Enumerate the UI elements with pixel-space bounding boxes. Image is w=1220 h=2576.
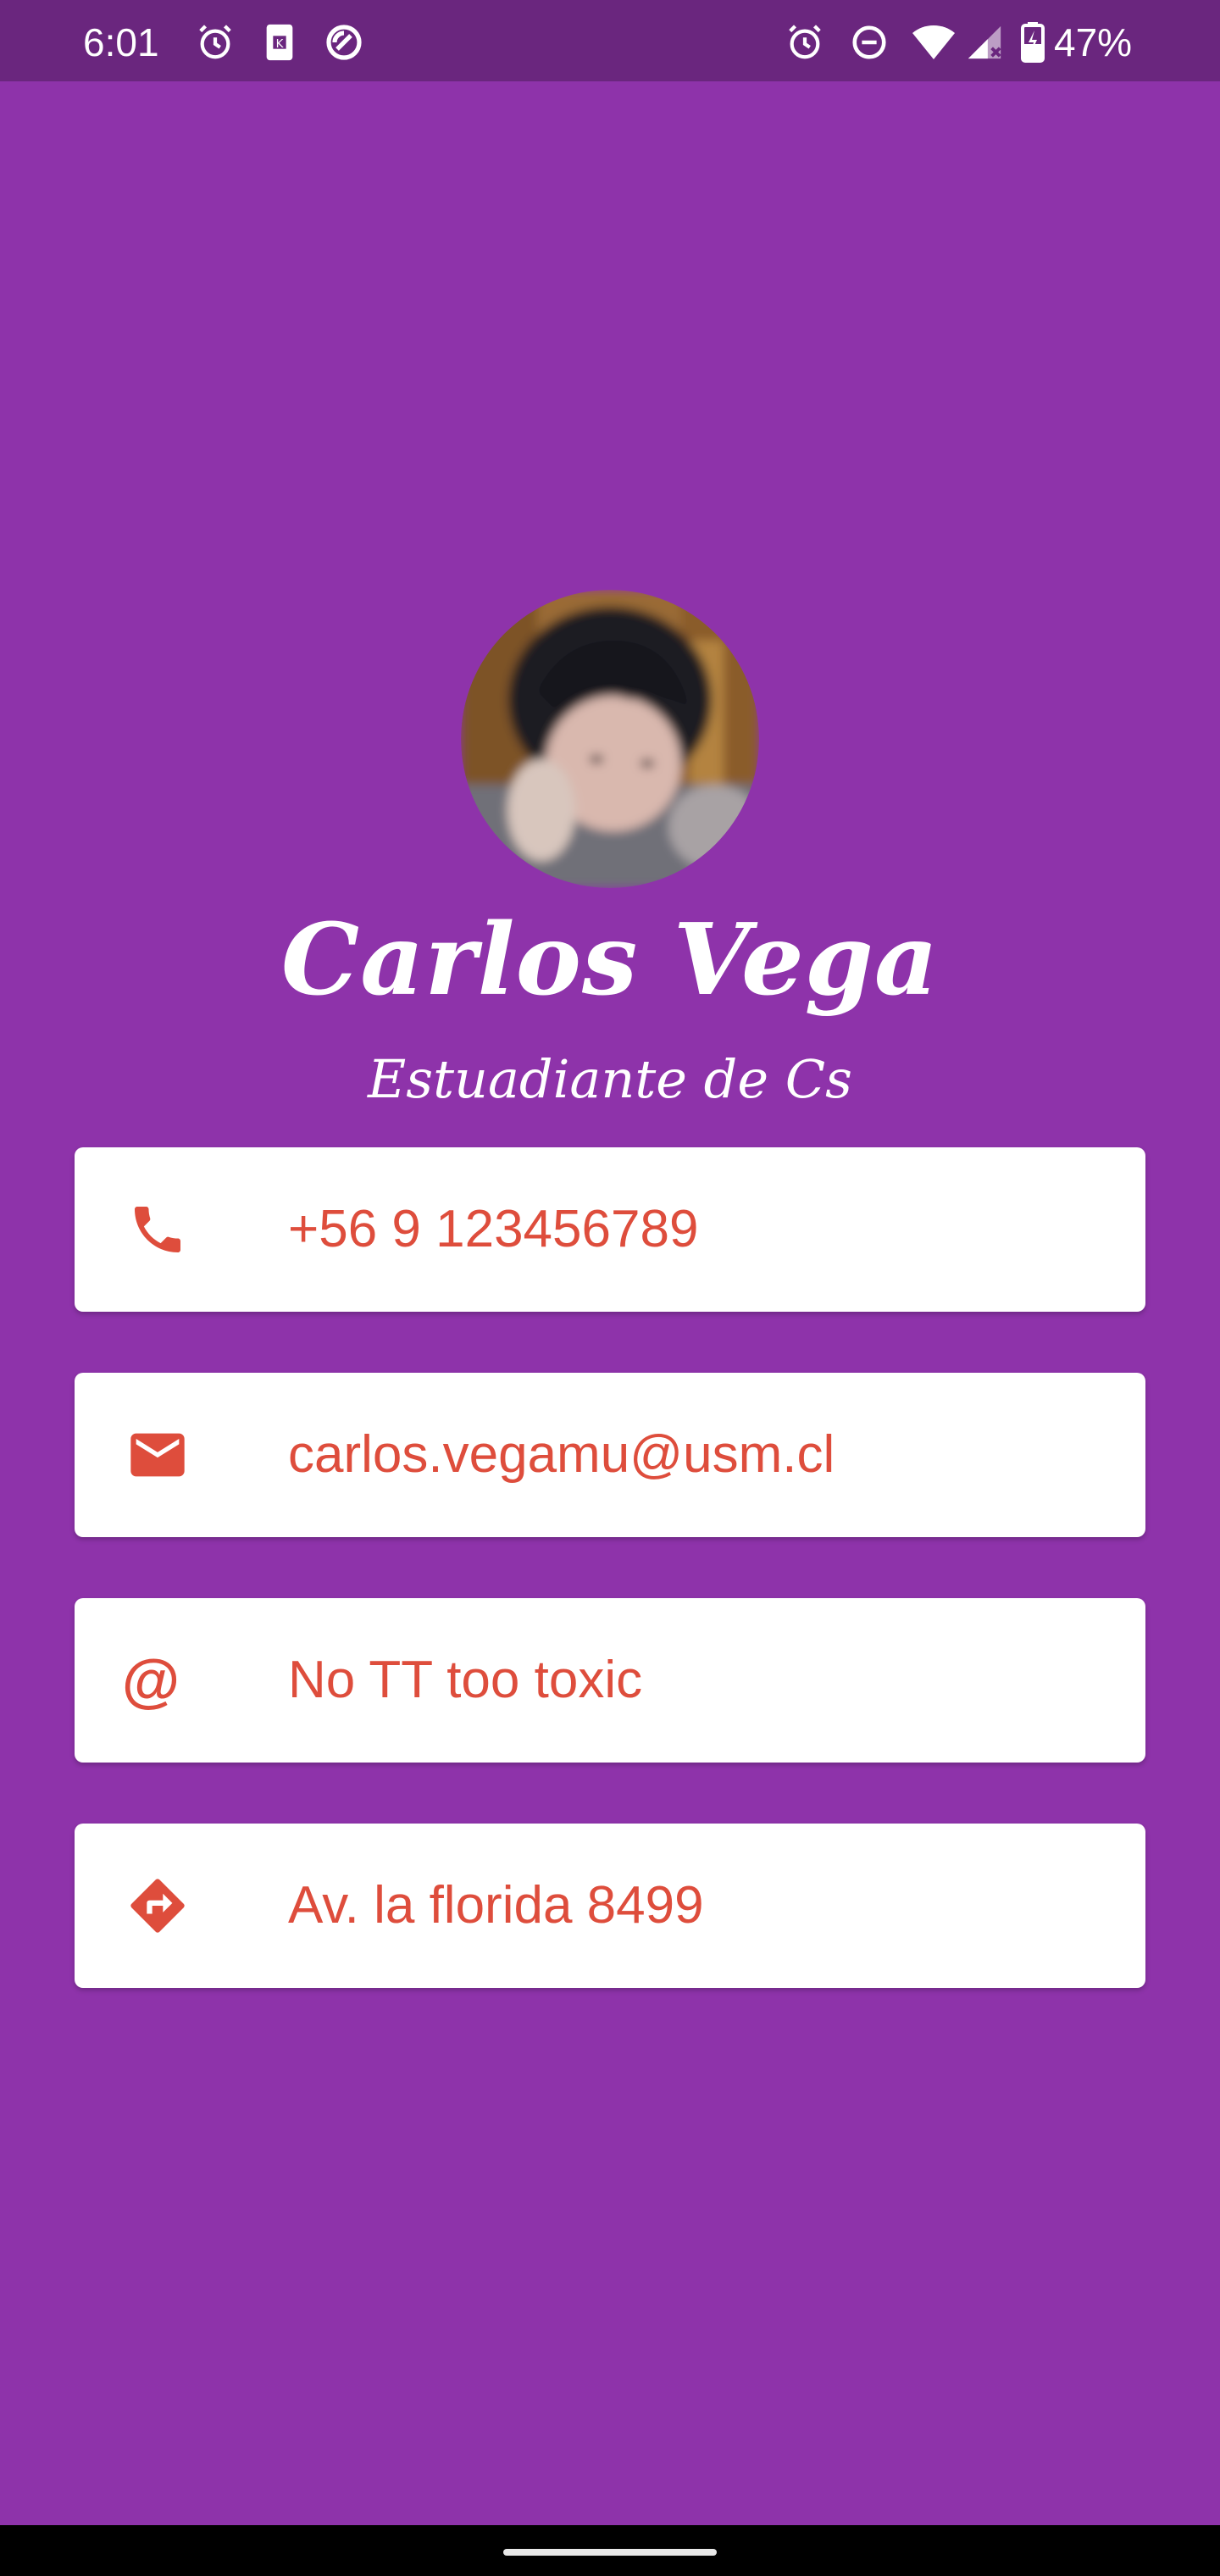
signal-icon (962, 20, 1006, 64)
profile-subtitle: Estuadiante de Cs (368, 1048, 852, 1110)
directions-icon (122, 1870, 193, 1941)
address-card[interactable]: Av. la florida 8499 (75, 1824, 1145, 1988)
email-address: carlos.vegamu@usm.cl (288, 1425, 835, 1484)
at-icon: @ (115, 1645, 186, 1716)
sim-card-icon: K (258, 20, 302, 64)
email-card[interactable]: carlos.vegamu@usm.cl (75, 1373, 1145, 1537)
profile-name: Carlos Vega (280, 902, 940, 1018)
alarm-icon (783, 20, 827, 64)
avatar (461, 590, 759, 888)
address-text: Av. la florida 8499 (288, 1876, 704, 1935)
sync-icon (322, 20, 366, 64)
navigation-bar (0, 2525, 1220, 2576)
email-icon (122, 1419, 193, 1491)
status-left-icons: K (193, 19, 386, 66)
status-right-icons: 47% (783, 19, 1132, 66)
at-glyph: @ (121, 1647, 180, 1713)
do-not-disturb-icon (847, 20, 891, 64)
wifi-icon (912, 20, 956, 64)
battery-percentage: 47% (1054, 20, 1133, 64)
svg-text:K: K (276, 38, 285, 51)
status-time: 6:01 (83, 20, 159, 64)
social-card[interactable]: @ No TT too toxic (75, 1598, 1145, 1763)
alarm-icon (193, 20, 237, 64)
phone-number: +56 9 123456789 (288, 1200, 699, 1258)
status-bar: 6:01 K 47% (0, 0, 1220, 81)
home-gesture-handle[interactable] (503, 2549, 717, 2556)
phone-card[interactable]: +56 9 123456789 (75, 1147, 1145, 1312)
social-handle: No TT too toxic (288, 1651, 643, 1709)
phone-icon (122, 1194, 193, 1265)
battery-charging-icon (1018, 20, 1047, 64)
